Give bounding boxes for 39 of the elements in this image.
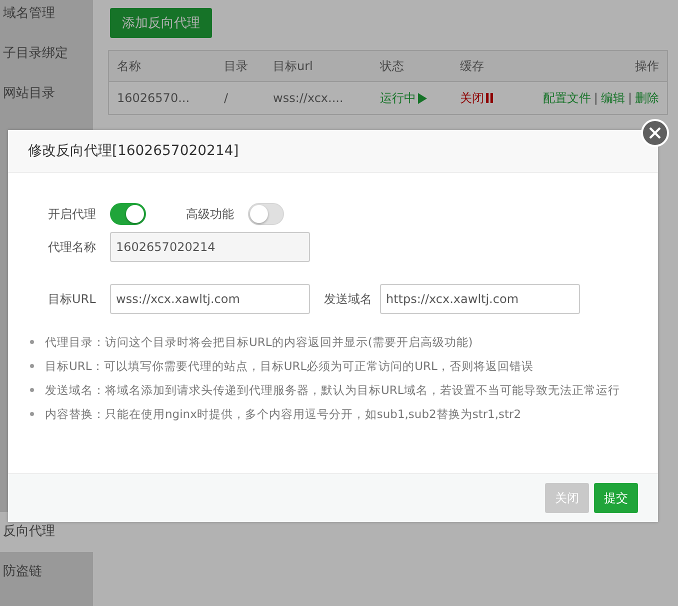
bullet-icon [30, 412, 34, 416]
table-cell-text: / [224, 91, 230, 105]
action-link[interactable]: 删除 [635, 90, 659, 106]
status-label[interactable]: 运行中 [380, 90, 427, 106]
bullet-icon [30, 364, 34, 368]
add-proxy-button[interactable]: 添加反向代理 [110, 8, 212, 38]
help-text: 目标URL：可以填写你需要代理的站点，目标URL必须为可正常访问的URL，否则将返回错误 [45, 358, 534, 374]
field-label: 代理名称 [47, 238, 97, 256]
bullet-icon [30, 340, 34, 344]
dialog-title: 修改反向代理[1602657020214] [8, 130, 658, 173]
help-text: 代理目录：访问这个目录时将会把目标URL的内容返回并显示(需要开启高级功能) [45, 334, 473, 350]
toggle-switch[interactable] [110, 203, 146, 225]
table-cell-text: wss://xcx.... [273, 91, 344, 105]
field-label: 开启代理 [47, 206, 97, 222]
help-text: 内容替换：只能在使用nginx时提供，多个内容用逗号分开，如sub1,sub2替换为str1,str2 [45, 406, 522, 422]
column-header: 状态 [380, 58, 405, 74]
pause-icon [486, 93, 493, 103]
column-header: 操作 [634, 58, 660, 74]
action-link[interactable]: 编辑 [600, 90, 625, 106]
field-label: 高级功能 [185, 206, 235, 222]
column-header: 名称 [116, 58, 142, 74]
column-header: 缓存 [460, 58, 485, 74]
cache-label[interactable]: 关闭 [460, 90, 493, 106]
input-field[interactable]: https://xcx.xawltj.com [380, 284, 580, 314]
bullet-icon [30, 388, 34, 392]
input-field[interactable]: 1602657020214 [110, 232, 310, 262]
dialog-button[interactable]: 提交 [594, 483, 638, 513]
table-cell-text: 16026570... [116, 91, 191, 105]
field-label: 目标URL [47, 290, 97, 308]
close-icon[interactable] [641, 119, 669, 147]
help-text: 发送域名：将域名添加到请求头传递到代理服务器，默认为目标URL域名，若设置不当可能导致无法正常运行 [45, 382, 620, 398]
input-field[interactable]: wss://xcx.xawltj.com [110, 284, 310, 314]
separator: | [628, 91, 632, 105]
column-header: 目录 [224, 58, 249, 74]
column-header: 目标url [273, 58, 314, 74]
play-icon [418, 92, 427, 104]
separator: | [594, 91, 598, 105]
action-link[interactable]: 配置文件 [542, 90, 591, 106]
field-label: 发送域名 [323, 290, 373, 308]
